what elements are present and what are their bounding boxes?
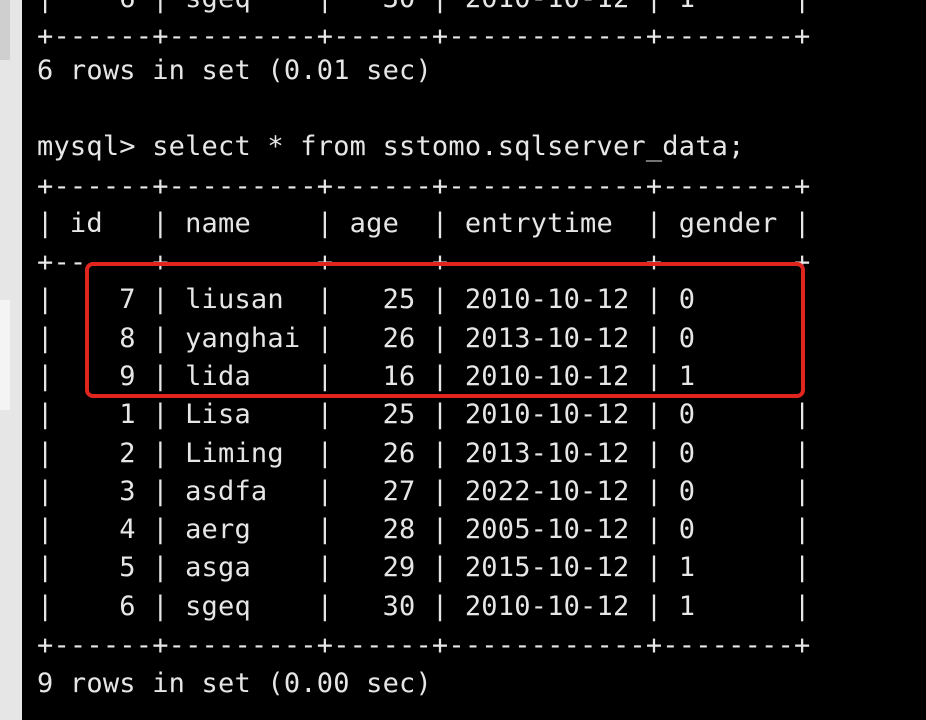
table-row: | 1 | Lisa | 25 | 2010-10-12 | 0 | [37, 399, 811, 430]
margin-strip [0, 0, 10, 60]
terminal-window[interactable]: | 6 | sgeq | 30 | 2010-10-12 | 1 | +----… [22, 0, 926, 720]
margin-strip [0, 300, 10, 410]
terminal-line-row-count: 9 rows in set (0.00 sec) [37, 668, 432, 699]
terminal-line-command: mysql> select * from sstomo.sqlserver_da… [37, 131, 745, 162]
table-row: | 2 | Liming | 26 | 2013-10-12 | 0 | [37, 438, 811, 469]
table-row: | 4 | aerg | 28 | 2005-10-12 | 0 | [37, 514, 811, 545]
terminal-line-border: +------+---------+------+------------+--… [37, 171, 811, 202]
window-left-margin [0, 0, 22, 720]
table-row: | 5 | asga | 29 | 2015-10-12 | 1 | [37, 552, 811, 583]
terminal-line-row-count: 6 rows in set (0.01 sec) [37, 55, 432, 86]
terminal-line-prev-row: | 6 | sgeq | 30 | 2010-10-12 | 1 | [37, 0, 810, 18]
table-row: | 6 | sgeq | 30 | 2010-10-12 | 1 | [37, 591, 811, 622]
terminal-line-border: +------+---------+------+------------+--… [37, 21, 811, 52]
highlight-box [85, 262, 805, 398]
table-row: | 3 | asdfa | 27 | 2022-10-12 | 0 | [37, 476, 811, 507]
terminal-line-header: | id | name | age | entrytime | gender | [37, 208, 811, 239]
terminal-line-border: +------+---------+------+------------+--… [37, 630, 811, 661]
